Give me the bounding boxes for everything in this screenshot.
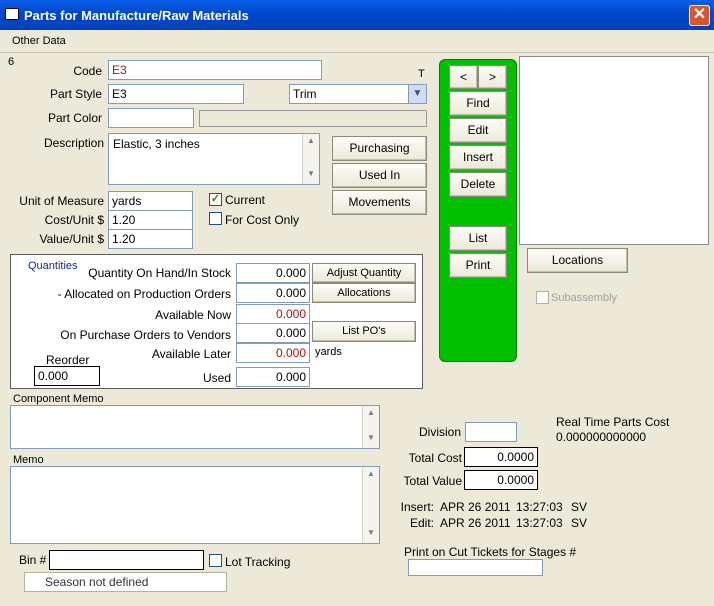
- window-title: Parts for Manufacture/Raw Materials: [24, 8, 249, 23]
- picture-box[interactable]: [519, 56, 709, 245]
- unit-of-measure-label: Unit of Measure: [19, 194, 104, 208]
- lot-tracking-label: Lot Tracking: [225, 555, 291, 569]
- available-later-input[interactable]: 0.000: [236, 343, 310, 363]
- insert-button[interactable]: Insert: [449, 145, 507, 170]
- part-style-label: Part Style: [49, 87, 102, 101]
- close-button[interactable]: ✕: [689, 5, 710, 26]
- menu-bar: [0, 30, 714, 53]
- part-color-swatch: [199, 110, 427, 127]
- adjust-quantity-button[interactable]: Adjust Quantity: [312, 263, 416, 283]
- division-input[interactable]: [465, 422, 517, 442]
- cost-unit-input[interactable]: 1.20: [108, 210, 193, 230]
- purchasing-button[interactable]: Purchasing: [332, 136, 427, 161]
- memo-scrollbar[interactable]: ▲ ▼: [362, 467, 379, 543]
- edit-date: APR 26 2011: [440, 516, 511, 530]
- movements-button[interactable]: Movements: [332, 190, 427, 215]
- real-time-parts-cost-value: 0.000000000000: [556, 430, 647, 444]
- menu-other-data[interactable]: Other Data: [12, 35, 66, 47]
- total-cost-label: Total Cost: [408, 451, 462, 465]
- edit-button[interactable]: Edit: [449, 118, 507, 143]
- used-label: Used: [202, 371, 231, 385]
- description-scrollbar[interactable]: ▲ ▼: [302, 134, 319, 184]
- locations-button[interactable]: Locations: [527, 248, 628, 273]
- chevron-down-icon[interactable]: ▼: [408, 85, 426, 103]
- description-textarea[interactable]: Elastic, 3 inches ▲ ▼: [108, 133, 320, 185]
- print-button[interactable]: Print: [449, 253, 507, 278]
- bin-input[interactable]: [49, 550, 204, 570]
- reorder-input[interactable]: 0.000: [34, 366, 100, 386]
- used-in-button[interactable]: Used In: [332, 163, 427, 188]
- part-color-label: Part Color: [47, 111, 102, 125]
- print-stages-input[interactable]: [408, 559, 543, 576]
- description-label: Description: [43, 136, 104, 150]
- real-time-parts-cost-label: Real Time Parts Cost: [556, 415, 670, 429]
- scroll-up-icon[interactable]: ▲: [303, 136, 319, 145]
- list-pos-button[interactable]: List PO's: [312, 321, 416, 342]
- on-purchase-orders-input[interactable]: 0.000: [236, 323, 310, 343]
- record-number: 6: [8, 56, 15, 68]
- season-value: Season not defined: [45, 575, 149, 589]
- part-style-input[interactable]: E3: [108, 84, 244, 104]
- used-input[interactable]: 0.000: [236, 367, 310, 387]
- current-checkbox[interactable]: ✓: [209, 193, 222, 206]
- insert-label: Insert:: [400, 500, 434, 514]
- edit-user: SV: [571, 516, 588, 530]
- memo-label: Memo: [13, 454, 44, 466]
- scroll-down-icon[interactable]: ▼: [363, 528, 379, 537]
- allocated-input[interactable]: 0.000: [236, 283, 310, 303]
- component-memo-textarea[interactable]: ▲ ▼: [10, 405, 380, 449]
- on-purchase-orders-label: On Purchase Orders to Vendors: [60, 328, 231, 342]
- current-label: Current: [225, 193, 266, 207]
- print-stages-label: Print on Cut Tickets for Stages #: [404, 545, 577, 559]
- insert-date: APR 26 2011: [440, 500, 511, 514]
- style-type-select[interactable]: Trim ▼: [289, 84, 427, 104]
- subassembly-checkbox[interactable]: [536, 291, 549, 304]
- edit-time: 13:27:03: [516, 516, 563, 530]
- scroll-down-icon[interactable]: ▼: [363, 433, 379, 442]
- value-unit-input[interactable]: 1.20: [108, 229, 193, 249]
- reorder-label: Reorder: [46, 353, 90, 367]
- memo-textarea[interactable]: ▲ ▼: [10, 466, 380, 544]
- t-marker: T: [418, 68, 425, 80]
- season-select[interactable]: Season not defined: [24, 572, 227, 592]
- style-type-value: Trim: [293, 87, 317, 101]
- part-color-input[interactable]: [108, 108, 194, 128]
- for-cost-only-checkbox[interactable]: [209, 212, 222, 225]
- insert-time: 13:27:03: [516, 500, 563, 514]
- total-value-label: Total Value: [403, 474, 462, 488]
- lot-tracking-checkbox[interactable]: [209, 554, 222, 567]
- total-value-input[interactable]: 0.0000: [464, 470, 538, 490]
- bin-label: Bin #: [19, 553, 47, 567]
- on-hand-input[interactable]: 0.000: [236, 263, 310, 283]
- for-cost-only-label: For Cost Only: [225, 213, 300, 227]
- unit-of-measure-input[interactable]: yards: [108, 191, 193, 211]
- list-button[interactable]: List: [449, 226, 507, 251]
- insert-user: SV: [571, 500, 588, 514]
- scroll-up-icon[interactable]: ▲: [363, 408, 379, 417]
- value-unit-label: Value/Unit $: [39, 232, 104, 246]
- code-label: Code: [73, 64, 102, 78]
- find-button[interactable]: Find: [449, 91, 507, 116]
- unit-text: yards: [315, 346, 342, 358]
- scroll-down-icon[interactable]: ▼: [303, 169, 319, 178]
- description-value: Elastic, 3 inches: [113, 137, 200, 151]
- next-record-button[interactable]: >: [478, 65, 507, 89]
- on-hand-label: Quantity On Hand/In Stock: [88, 266, 231, 280]
- prev-record-button[interactable]: <: [449, 65, 478, 89]
- allocations-button[interactable]: Allocations: [312, 283, 416, 303]
- available-now-input[interactable]: 0.000: [236, 304, 310, 324]
- available-now-label: Available Now: [155, 308, 231, 322]
- division-label: Division: [419, 425, 462, 439]
- delete-button[interactable]: Delete: [449, 172, 507, 197]
- edit-label: Edit:: [409, 516, 434, 530]
- component-memo-label: Component Memo: [13, 393, 104, 405]
- scroll-up-icon[interactable]: ▲: [363, 469, 379, 478]
- allocated-label: - Allocated on Production Orders: [57, 287, 231, 301]
- cost-unit-label: Cost/Unit $: [44, 213, 104, 227]
- window-icon: [5, 8, 19, 20]
- component-memo-scrollbar[interactable]: ▲ ▼: [362, 406, 379, 448]
- code-input[interactable]: E3: [108, 60, 322, 80]
- total-cost-input[interactable]: 0.0000: [464, 447, 538, 467]
- subassembly-label: Subassembly: [551, 292, 618, 304]
